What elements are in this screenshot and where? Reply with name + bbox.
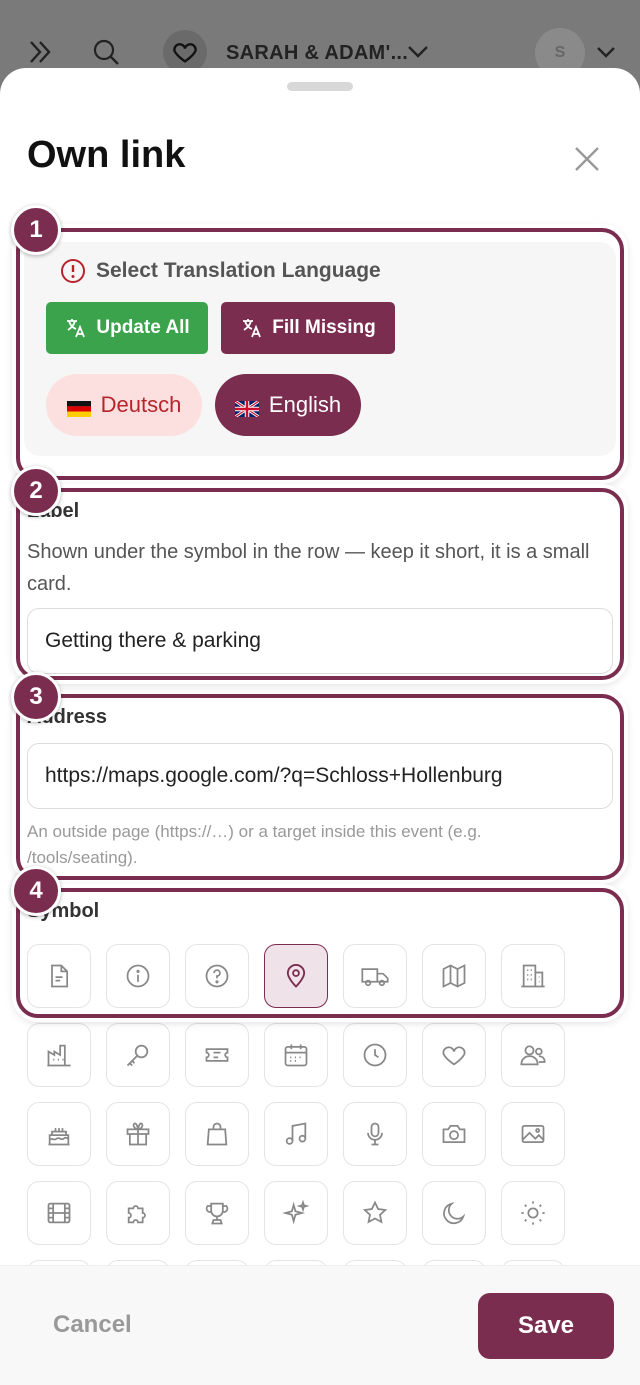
event-name[interactable]: SARAH & ADAM'... [226, 42, 408, 65]
cancel-button[interactable]: Cancel [53, 1311, 132, 1339]
symbol-key-icon[interactable] [106, 1023, 170, 1087]
symbol-clock-icon[interactable] [343, 1023, 407, 1087]
step-badge-4: 4 [11, 866, 61, 916]
symbol-film-icon[interactable] [27, 1181, 91, 1245]
symbol-ticket-icon[interactable] [185, 1023, 249, 1087]
symbol-sun-icon[interactable] [501, 1181, 565, 1245]
symbol-shopping-bag-icon[interactable] [185, 1102, 249, 1166]
step-highlight-1 [16, 228, 624, 480]
symbol-moon-icon[interactable] [422, 1181, 486, 1245]
sheet-footer: Cancel Save [0, 1265, 640, 1385]
avatar-chevron-down-icon[interactable] [588, 34, 624, 70]
save-button[interactable]: Save [478, 1293, 614, 1359]
expand-sidebar-icon[interactable] [22, 34, 58, 70]
step-badge-1: 1 [11, 205, 61, 255]
symbol-factory-icon[interactable] [27, 1023, 91, 1087]
step-badge-3: 3 [11, 672, 61, 722]
symbol-star-icon[interactable] [343, 1181, 407, 1245]
step-highlight-2 [16, 488, 624, 680]
close-icon[interactable] [568, 140, 606, 178]
symbol-camera-icon[interactable] [422, 1102, 486, 1166]
symbol-people-icon[interactable] [501, 1023, 565, 1087]
symbol-gift-icon[interactable] [106, 1102, 170, 1166]
symbol-music-icon[interactable] [264, 1102, 328, 1166]
symbol-trophy-icon[interactable] [185, 1181, 249, 1245]
step-highlight-4 [16, 888, 624, 1018]
step-highlight-3 [16, 694, 624, 880]
chevron-down-icon[interactable] [400, 34, 436, 70]
symbol-puzzle-icon[interactable] [106, 1181, 170, 1245]
symbol-sparkles-icon[interactable] [264, 1181, 328, 1245]
symbol-heart-icon[interactable] [422, 1023, 486, 1087]
symbol-image-icon[interactable] [501, 1102, 565, 1166]
symbol-calendar-icon[interactable] [264, 1023, 328, 1087]
symbol-cake-icon[interactable] [27, 1102, 91, 1166]
drag-handle[interactable] [287, 82, 353, 91]
sheet-title: Own link [27, 134, 186, 176]
symbol-microphone-icon[interactable] [343, 1102, 407, 1166]
search-icon[interactable] [88, 34, 124, 70]
step-badge-2: 2 [11, 466, 61, 516]
